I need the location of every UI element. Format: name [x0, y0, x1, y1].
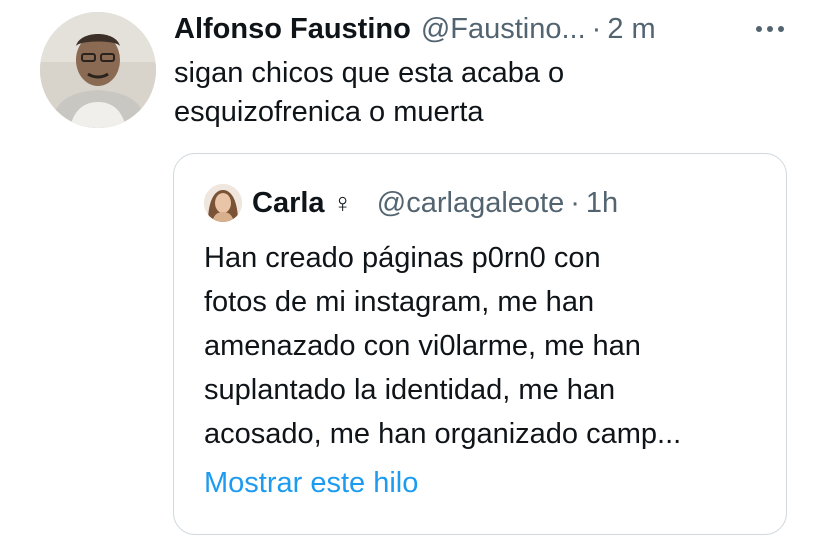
separator-dot: ·: [591, 12, 602, 45]
tweet-text: sigan chicos que esta acaba o esquizofre…: [174, 54, 774, 132]
quoted-text-line: Han creado páginas p0rn0 con: [204, 242, 601, 274]
tweet-timestamp[interactable]: 2 m: [607, 13, 655, 46]
quoted-author-avatar-image: [204, 184, 242, 222]
quoted-text-line: amenazado con vi0larme, me han: [204, 330, 641, 362]
quoted-text-line: acosado, me han organizado camp...: [204, 418, 682, 450]
female-sign-icon: ♀: [332, 187, 353, 218]
tweet-text-line: esquizofrenica o muerta: [174, 96, 484, 128]
show-thread-link[interactable]: Mostrar este hilo: [204, 467, 418, 500]
quoted-author-name: Carla: [252, 186, 325, 219]
quoted-author-handle: @carlagaleote: [376, 186, 565, 219]
more-options-button[interactable]: [752, 14, 788, 44]
quoted-tweet-timestamp: 1h: [585, 186, 619, 219]
tweet-header: Alfonso Faustino @Faustino... · 2 m: [174, 10, 794, 48]
author-avatar[interactable]: [40, 12, 156, 128]
author-name[interactable]: Alfonso Faustino: [174, 13, 411, 46]
quoted-text-line: suplantado la identidad, me han: [204, 374, 616, 406]
quoted-separator-dot: ·: [570, 186, 580, 219]
quoted-tweet-header: Carla ♀ @carlagaleote · 1h: [252, 184, 618, 222]
quoted-tweet-text: Han creado páginas p0rn0 con fotos de mi…: [204, 236, 774, 456]
quoted-author-avatar: [204, 184, 242, 222]
more-horizontal-icon: [756, 26, 784, 32]
quoted-text-line: fotos de mi instagram, me han: [204, 286, 595, 318]
author-avatar-image: [40, 12, 156, 128]
quoted-tweet-card[interactable]: Carla ♀ @carlagaleote · 1h Han creado pá…: [173, 153, 787, 535]
author-handle[interactable]: @Faustino...: [421, 13, 586, 46]
tweet-text-line: sigan chicos que esta acaba o: [174, 57, 565, 89]
